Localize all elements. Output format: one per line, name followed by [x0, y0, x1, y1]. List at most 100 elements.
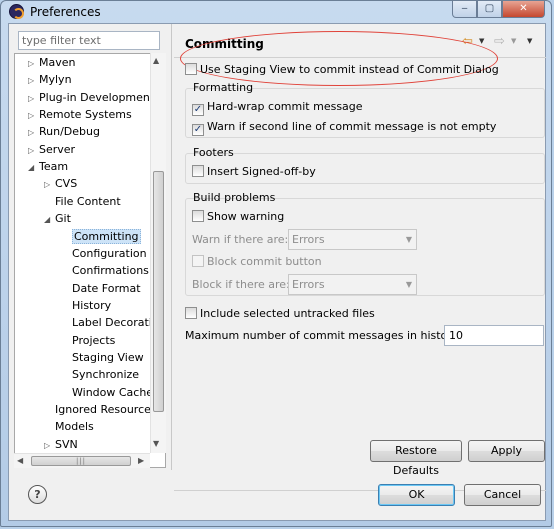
tree-item[interactable]: Ignored Resource — [44, 402, 151, 418]
forward-menu-icon[interactable]: ▼ — [511, 37, 516, 45]
collapsed-twisty-icon[interactable]: ▷ — [44, 438, 55, 454]
tree-item[interactable]: Window Cache — [61, 385, 153, 401]
scroll-right-icon[interactable]: ▶ — [138, 456, 144, 465]
tree-item[interactable]: ▷ Mylyn — [28, 72, 72, 88]
tree-item[interactable]: ▷ Run/Debug — [28, 124, 100, 140]
tree-item-label: Label Decoratio — [72, 316, 159, 330]
tree-item-label: Date Format — [72, 281, 141, 295]
maximize-button[interactable]: ▢ — [477, 1, 502, 18]
back-menu-icon[interactable]: ▼ — [479, 37, 484, 45]
filter-input[interactable] — [18, 31, 160, 50]
tree-item[interactable]: Date Format — [61, 281, 141, 297]
ok-button[interactable]: OK — [378, 484, 455, 506]
tree-item[interactable]: Confirmations a — [61, 263, 159, 279]
help-icon[interactable]: ? — [28, 485, 47, 504]
tree-item[interactable]: ▷ Plug-in Development — [28, 90, 154, 106]
vertical-scroll-thumb[interactable] — [153, 171, 164, 412]
tree-item[interactable]: Projects — [61, 333, 115, 349]
dialog-client-area: ▷Maven▷Mylyn▷Plug-in Development▷Remote … — [8, 23, 546, 521]
checkbox-box[interactable] — [192, 165, 204, 177]
tree-item-label: Models — [55, 420, 94, 434]
tree-item[interactable]: Models — [44, 419, 94, 435]
show-warning-checkbox[interactable]: Show warning — [192, 209, 284, 225]
minimize-button[interactable]: ‒ — [452, 1, 477, 18]
tree-item[interactable]: ▷ Remote Systems — [28, 107, 132, 123]
close-button[interactable]: ✕ — [502, 1, 545, 18]
restore-defaults-button[interactable]: Restore Defaults — [370, 440, 462, 477]
checkbox-label: Show warning — [207, 210, 285, 223]
tree-item[interactable]: Staging View — [61, 350, 144, 366]
tree-item-label: Server — [39, 142, 76, 156]
tree-item-label: SVN — [55, 437, 78, 451]
collapsed-twisty-icon[interactable]: ▷ — [28, 73, 39, 89]
expanded-twisty-icon[interactable]: ◢ — [44, 212, 55, 228]
tree-item-label: Synchronize — [72, 368, 140, 382]
apply-button[interactable]: Apply — [468, 440, 545, 462]
tree-item-label: Team — [39, 160, 69, 174]
horizontal-scroll-thumb[interactable]: ||| — [31, 456, 131, 466]
tree-horizontal-scrollbar[interactable]: ◀ ||| ▶ — [14, 453, 150, 468]
collapsed-twisty-icon[interactable]: ▷ — [44, 177, 55, 193]
block-commit-checkbox: Block commit button — [192, 254, 322, 270]
tree-item[interactable]: ▷ SVN — [44, 437, 78, 453]
collapsed-twisty-icon[interactable]: ▷ — [28, 56, 39, 72]
tree-item-label: Configuration — [72, 246, 147, 260]
tree-item[interactable]: Label Decoratio — [61, 315, 159, 331]
tree-item-label: Confirmations a — [72, 264, 160, 278]
tree-item[interactable]: Configuration — [61, 246, 147, 262]
footers-group-title: Footers — [193, 146, 234, 159]
tree-item-label: Git — [55, 212, 71, 226]
collapsed-twisty-icon[interactable]: ▷ — [28, 143, 39, 159]
checkbox-box[interactable] — [185, 63, 197, 75]
tree-item-label: Window Cache — [72, 385, 154, 399]
collapsed-twisty-icon[interactable]: ▷ — [28, 91, 39, 107]
tree-item-label: Maven — [39, 56, 76, 69]
eclipse-app-icon — [9, 4, 24, 19]
tree-item[interactable]: ◢ Team — [28, 159, 68, 175]
forward-arrow-icon[interactable]: ⇨ — [494, 34, 505, 49]
warn-second-line-checkbox[interactable]: ✓ Warn if second line of commit message i… — [192, 119, 497, 136]
scroll-up-icon[interactable]: ▲ — [153, 56, 159, 65]
warn-if-label: Warn if there are: — [192, 233, 289, 246]
pane-sash[interactable] — [171, 24, 172, 470]
use-staging-view-checkbox[interactable]: Use Staging View to commit instead of Co… — [185, 62, 499, 78]
tree-item[interactable]: Committing — [61, 228, 141, 245]
preference-tree[interactable]: ▷ Maven ▷ Mylyn ▷ Plug-in Development ▷ Remote … — [14, 53, 166, 468]
scroll-left-icon[interactable]: ◀ — [17, 456, 23, 465]
collapsed-twisty-icon[interactable]: ▷ — [28, 125, 39, 141]
tree-item[interactable]: Synchronize — [61, 367, 139, 383]
tree-item-label: Projects — [72, 333, 116, 347]
checkbox-box[interactable] — [185, 307, 197, 319]
hard-wrap-checkbox[interactable]: ✓ Hard-wrap commit message — [192, 99, 363, 116]
tree-item[interactable]: ▷ Server — [28, 142, 75, 158]
tree-item[interactable]: ▷ CVS — [44, 176, 77, 192]
checkbox-box[interactable]: ✓ — [192, 104, 204, 116]
tree-item-label: File Content — [55, 194, 121, 208]
include-untracked-checkbox[interactable]: Include selected untracked files — [185, 306, 375, 322]
checkbox-label: Warn if second line of commit message is… — [207, 120, 497, 133]
collapsed-twisty-icon[interactable]: ▷ — [28, 108, 39, 124]
max-history-input[interactable]: 10 — [444, 325, 544, 346]
checkbox-box[interactable]: ✓ — [192, 124, 204, 136]
signed-off-by-checkbox[interactable]: Insert Signed-off-by — [192, 164, 316, 180]
tree-vertical-scrollbar[interactable]: ▲ ▼ — [150, 53, 166, 453]
tree-item[interactable]: ◢ Git — [44, 211, 71, 227]
max-history-label: Maximum number of commit messages in his… — [185, 329, 462, 342]
expanded-twisty-icon[interactable]: ◢ — [28, 160, 39, 176]
dropdown-arrow-icon: ▼ — [405, 235, 412, 244]
tree-item[interactable]: ▷ Maven — [28, 55, 75, 71]
cancel-button[interactable]: Cancel — [464, 484, 541, 506]
build-problems-group-title: Build problems — [193, 191, 276, 204]
dropdown-arrow-icon: ▼ — [405, 280, 412, 289]
tree-item-label: Run/Debug — [39, 125, 100, 139]
view-menu-icon[interactable]: ▼ — [527, 37, 532, 45]
checkbox-box[interactable] — [192, 210, 204, 222]
title-bar[interactable]: Preferences ‒ ▢ ✕ — [1, 1, 551, 23]
scroll-down-icon[interactable]: ▼ — [153, 439, 159, 448]
combo-value: Errors — [292, 233, 325, 246]
tree-item-label: Ignored Resource — [55, 403, 151, 416]
tree-item-label: CVS — [55, 177, 78, 191]
tree-item[interactable]: File Content — [44, 194, 121, 210]
tree-item[interactable]: History — [61, 298, 111, 314]
tree-item-label: Plug-in Development — [39, 90, 155, 104]
